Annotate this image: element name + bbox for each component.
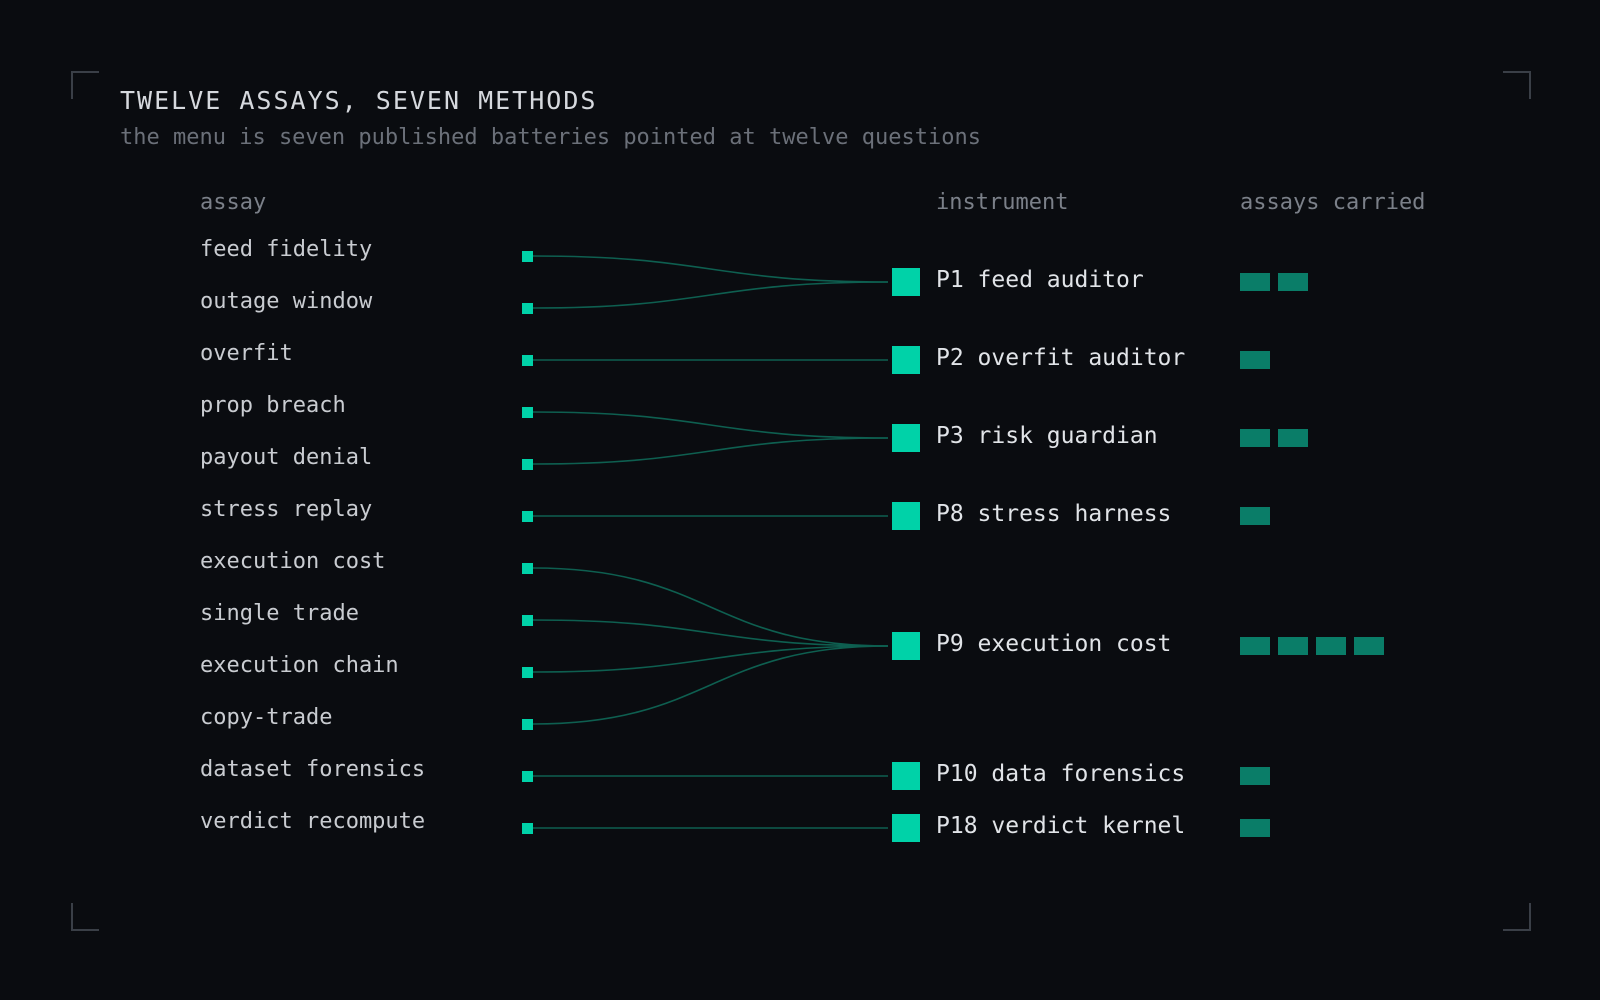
instrument-node: [892, 632, 920, 660]
assay-label: payout denial: [200, 445, 373, 470]
assay-label: stress replay: [200, 497, 373, 522]
assay-dot: [522, 770, 533, 782]
assay-dot: [522, 666, 533, 678]
instrument-node: [892, 814, 920, 842]
instrument-node: [892, 268, 920, 296]
assays-carried-chip: [1240, 637, 1270, 655]
connector-line: [532, 645, 889, 725]
instrument-node: [892, 424, 920, 452]
assay-label: execution cost: [200, 549, 386, 574]
assay-dot: [522, 718, 533, 730]
instrument-node: [892, 502, 920, 530]
assays-carried-chip: [1278, 273, 1308, 291]
assay-dot: [522, 250, 533, 262]
assay-dot: [522, 354, 533, 366]
assay-label: feed fidelity: [200, 237, 373, 262]
assay-label: outage window: [200, 289, 373, 314]
instrument-label: P8 stress harness: [936, 501, 1172, 527]
instrument-node: [892, 762, 920, 790]
assays-carried-chip: [1240, 351, 1270, 369]
assays-carried-chip: [1240, 273, 1270, 291]
connector-line: [532, 567, 889, 647]
assays-carried-chip: [1278, 637, 1308, 655]
connector-line: [532, 645, 889, 673]
assay-label: overfit: [200, 341, 293, 366]
assay-label: execution chain: [200, 653, 399, 678]
connector-line: [532, 255, 889, 283]
assay-dot: [522, 822, 533, 834]
connector-line: [532, 619, 889, 647]
assays-carried-chip: [1278, 429, 1308, 447]
assay-label: verdict recompute: [200, 809, 426, 834]
assay-dot: [522, 562, 533, 574]
instrument-label: P9 execution cost: [936, 631, 1172, 657]
assay-label: single trade: [200, 601, 359, 626]
assays-carried-chip: [1316, 637, 1346, 655]
assay-label: dataset forensics: [200, 757, 426, 782]
assay-dot: [522, 302, 533, 314]
assay-dot: [522, 458, 533, 470]
assays-carried-chip: [1240, 767, 1270, 785]
assay-label: prop breach: [200, 393, 346, 418]
assay-dot: [522, 614, 533, 626]
assays-carried-chip: [1240, 429, 1270, 447]
diagram-canvas: TWELVE ASSAYS, SEVEN METHODS the menu is…: [0, 0, 1600, 1000]
instrument-label: P3 risk guardian: [936, 423, 1158, 449]
instrument-node: [892, 346, 920, 374]
instrument-label: P1 feed auditor: [936, 267, 1144, 293]
assay-label: copy-trade: [200, 705, 333, 730]
instrument-label: P2 overfit auditor: [936, 345, 1186, 371]
connector-line: [532, 411, 889, 439]
instrument-label: P10 data forensics: [936, 761, 1186, 787]
assay-dot: [522, 406, 533, 418]
connector-line: [532, 437, 889, 465]
assays-carried-chip: [1240, 819, 1270, 837]
connector-line: [532, 281, 889, 309]
instrument-label: P18 verdict kernel: [936, 813, 1186, 839]
assays-carried-chip: [1240, 507, 1270, 525]
assays-carried-chip: [1354, 637, 1384, 655]
assay-dot: [522, 510, 533, 522]
